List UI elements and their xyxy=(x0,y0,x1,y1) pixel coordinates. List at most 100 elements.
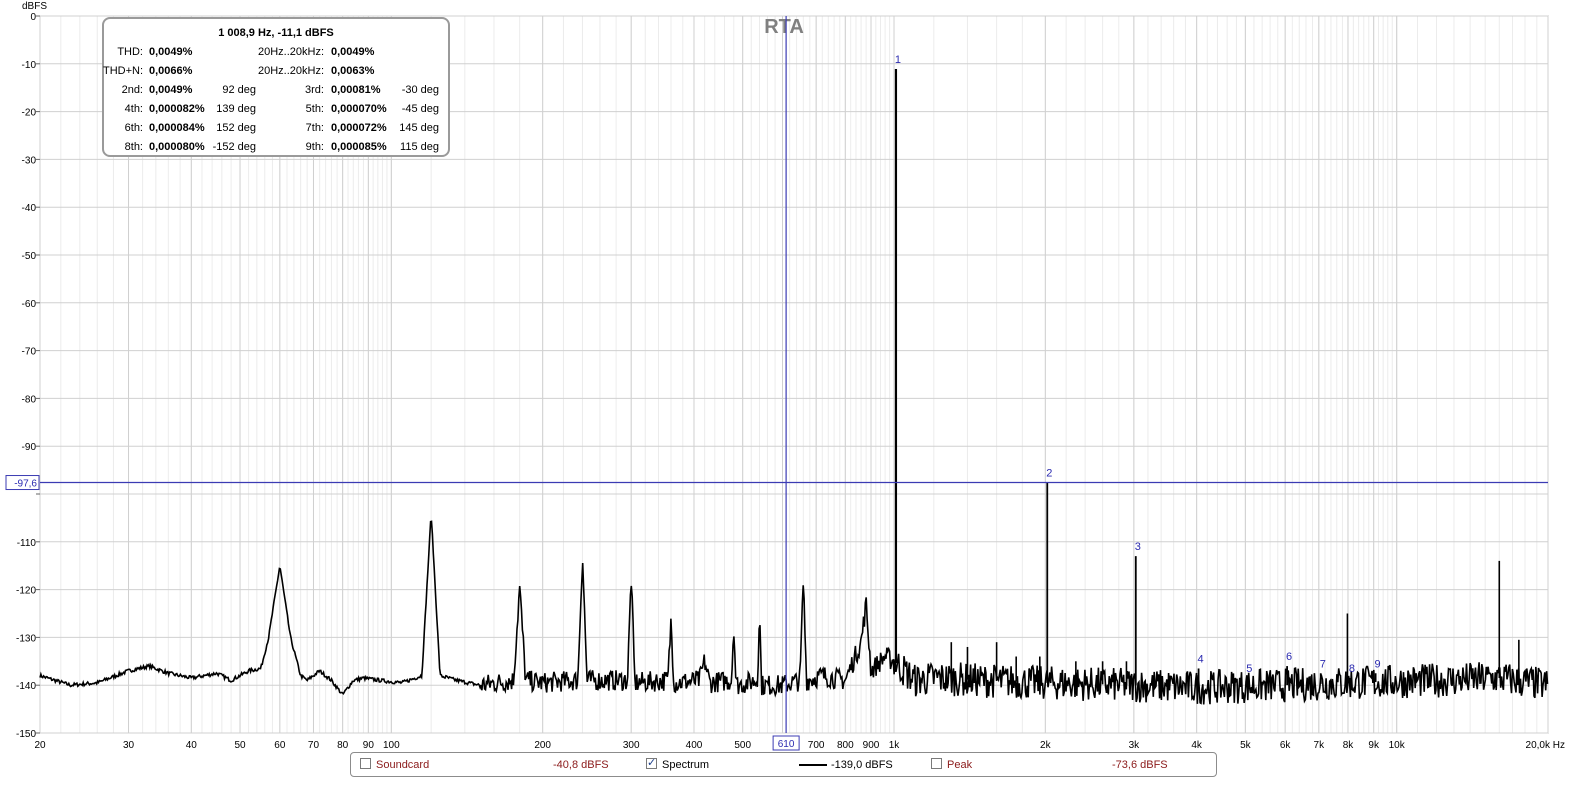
cursor-x-label: 610 xyxy=(778,739,795,750)
y-tick-label: -30 xyxy=(22,155,37,166)
x-tick-label: 4k xyxy=(1191,740,1203,751)
x-tick-label: 60 xyxy=(274,740,286,751)
y-axis-unit: dBFS xyxy=(22,1,47,12)
y-tick-label: -110 xyxy=(17,538,37,549)
y-tick-label: -10 xyxy=(22,60,37,71)
thdn-value: 0,0066% xyxy=(149,65,193,77)
harmonic-8-label: 8th: xyxy=(124,141,143,153)
harmonic-marker-label: 9 xyxy=(1375,658,1381,670)
harmonic-4-label: 4th: xyxy=(124,103,143,115)
x-tick-label: 40 xyxy=(186,740,198,751)
harmonic-9-label: 9th: xyxy=(305,141,324,153)
harmonic-6-label: 6th: xyxy=(124,122,143,134)
x-tick-label: 2k xyxy=(1040,740,1052,751)
thdn-label: THD+N: xyxy=(102,65,143,77)
spectrum-line-swatch xyxy=(799,764,827,766)
x-tick-label: 200 xyxy=(534,740,551,751)
y-tick-label: -70 xyxy=(22,347,37,358)
thdn-band-label: 20Hz..20kHz: xyxy=(257,65,324,77)
x-tick-label: 20 xyxy=(34,740,46,751)
chart-title: RTA xyxy=(764,16,804,38)
x-tick-label: 50 xyxy=(234,740,246,751)
harmonic-marker-label: 5 xyxy=(1246,663,1252,675)
thd-value: 0,0049% xyxy=(149,46,193,58)
x-tick-label: 8k xyxy=(1343,740,1355,751)
y-tick-label: -80 xyxy=(22,394,37,405)
harmonic-9-value: 0,000085% xyxy=(331,141,387,153)
x-tick-label: 80 xyxy=(337,740,349,751)
x-tick-label: 9k xyxy=(1368,740,1380,751)
harmonic-5-label: 5th: xyxy=(305,103,324,115)
x-tick-label: 3k xyxy=(1129,740,1141,751)
legend-bar: Soundcard -40,8 dBFS Spectrum -139,0 dBF… xyxy=(350,752,1217,777)
harmonic-2-phase: 92 deg xyxy=(222,84,256,96)
x-tick-label: 100 xyxy=(383,740,400,751)
x-tick-label: 1k xyxy=(889,740,901,751)
thd-label: THD: xyxy=(117,46,143,58)
x-tick-label: 400 xyxy=(686,740,703,751)
y-tick-label: -20 xyxy=(22,108,37,119)
x-tick-label: 30 xyxy=(123,740,135,751)
harmonic-marker-label: 8 xyxy=(1349,663,1355,675)
harmonic-6-phase: 152 deg xyxy=(216,122,256,134)
soundcard-label: Soundcard xyxy=(376,759,430,771)
x-tick-label: 7k xyxy=(1314,740,1326,751)
harmonic-marker-label: 3 xyxy=(1135,541,1141,553)
x-tick-label: 90 xyxy=(363,740,375,751)
peak-checkbox[interactable] xyxy=(931,758,942,769)
harmonic-marker-label: 6 xyxy=(1286,651,1292,663)
harmonic-2-label: 2nd: xyxy=(121,84,143,96)
harmonic-7-label: 7th: xyxy=(305,122,324,134)
cursor-y-label: -97,6 xyxy=(14,479,37,490)
x-tick-label: 900 xyxy=(863,740,880,751)
y-tick-label: -140 xyxy=(16,681,36,692)
spectrum-label: Spectrum xyxy=(662,759,710,771)
harmonic-marker-label: 4 xyxy=(1198,653,1204,665)
soundcard-checkbox[interactable] xyxy=(360,758,371,769)
x-tick-label: 10k xyxy=(1389,740,1406,751)
thd-band-value: 0,0049% xyxy=(331,46,375,58)
y-tick-label: -150 xyxy=(16,729,36,740)
x-tick-label: 20,0k Hz xyxy=(1526,740,1565,751)
spectrum-checkbox[interactable] xyxy=(646,756,657,769)
harmonic-3-label: 3rd: xyxy=(305,84,324,96)
harmonic-7-value: 0,000072% xyxy=(331,122,387,134)
y-tick-label: -50 xyxy=(22,251,37,262)
harmonic-marker-label: 7 xyxy=(1320,658,1326,670)
harmonic-5-phase: -45 deg xyxy=(401,103,439,115)
peak-value: -73,6 dBFS xyxy=(1112,759,1168,771)
fundamental-readout: 1 008,9 Hz, -11,1 dBFS xyxy=(218,27,334,39)
x-tick-label: 5k xyxy=(1240,740,1252,751)
soundcard-value: -40,8 dBFS xyxy=(553,759,609,771)
x-tick-label: 800 xyxy=(837,740,854,751)
harmonic-4-phase: 139 deg xyxy=(216,103,256,115)
harmonic-8-value: 0,000080% xyxy=(149,141,205,153)
y-tick-label: -130 xyxy=(16,633,36,644)
harmonic-3-phase: -30 deg xyxy=(401,84,439,96)
harmonic-marker-label: 1 xyxy=(895,54,901,66)
x-tick-label: 700 xyxy=(808,740,825,751)
y-tick-label: -90 xyxy=(22,442,37,453)
x-tick-label: 70 xyxy=(308,740,320,751)
y-tick-label: -60 xyxy=(22,299,37,310)
thdn-band-value: 0,0063% xyxy=(331,65,375,77)
harmonic-7-phase: 145 deg xyxy=(399,122,439,134)
thd-band-label: 20Hz..20kHz: xyxy=(257,46,324,58)
harmonic-9-phase: 115 deg xyxy=(400,141,439,153)
harmonics-info-box: 1 008,9 Hz, -11,1 dBFS THD: 0,0049% 20Hz… xyxy=(102,17,450,157)
y-tick-label: -40 xyxy=(22,203,37,214)
harmonic-3-value: 0,00081% xyxy=(331,84,381,96)
harmonic-2-value: 0,0049% xyxy=(149,84,193,96)
harmonic-5-value: 0,000070% xyxy=(331,103,387,115)
spectrum-value: -139,0 dBFS xyxy=(831,759,893,771)
harmonic-marker-label: 2 xyxy=(1046,468,1052,480)
harmonic-8-phase: -152 deg xyxy=(212,141,256,153)
y-tick-label: -120 xyxy=(16,586,36,597)
harmonic-4-value: 0,000082% xyxy=(149,103,205,115)
x-tick-label: 500 xyxy=(734,740,751,751)
x-tick-label: 6k xyxy=(1280,740,1292,751)
x-tick-label: 300 xyxy=(623,740,640,751)
peak-label: Peak xyxy=(947,759,973,771)
y-tick-label: 0 xyxy=(30,12,36,23)
harmonic-6-value: 0,000084% xyxy=(149,122,205,134)
